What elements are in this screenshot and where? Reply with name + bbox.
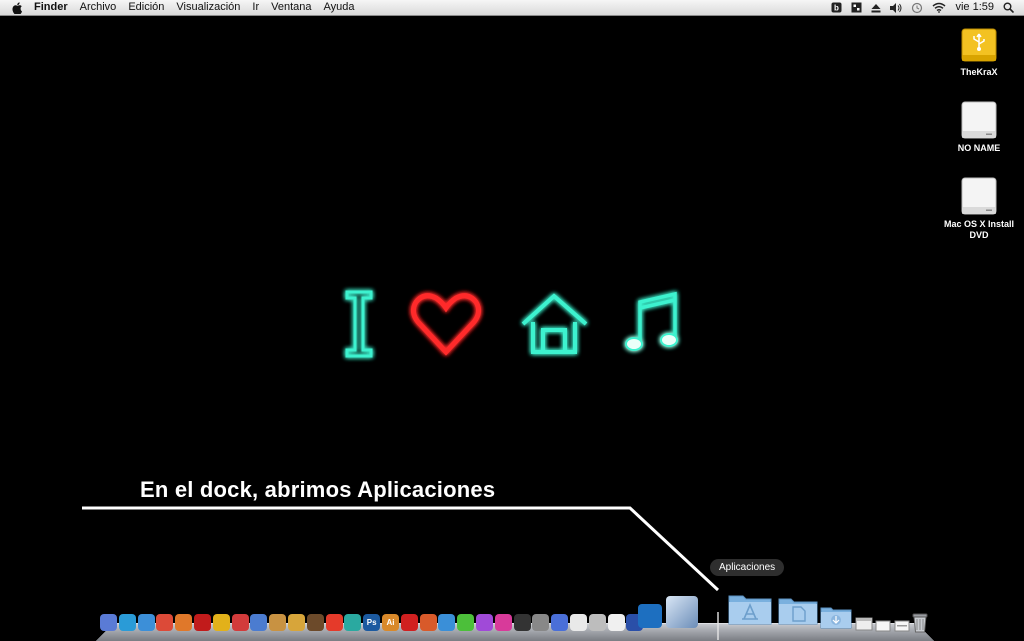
usb-drive-icon [960, 26, 998, 64]
downloads-folder-icon[interactable] [820, 604, 852, 635]
wallpaper-music-note-icon [625, 291, 678, 351]
dashboard-dock-icon[interactable] [118, 614, 136, 631]
dock-minimized-window-1[interactable] [855, 617, 873, 636]
wallpaper-house-icon [521, 293, 588, 354]
wifi-icon[interactable] [932, 0, 946, 15]
desktop-icon-label: TheKraX [960, 67, 998, 77]
app-blue2-dock-icon[interactable] [551, 614, 569, 631]
app-white-dock-icon[interactable] [607, 614, 625, 631]
wallpaper-heart-icon [410, 293, 482, 356]
acrobat-dock-icon[interactable] [400, 614, 418, 631]
install-dvd-icon [960, 176, 998, 216]
menu-bar: Finder Archivo Edición Visualización Ir … [0, 0, 1024, 16]
app-guitar-dock-icon[interactable] [306, 614, 324, 631]
teamviewer-dock-icon[interactable] [638, 604, 662, 628]
menu-ventana[interactable]: Ventana [265, 0, 317, 15]
tutorial-annotation-text: En el dock, abrimos Aplicaciones [140, 477, 496, 502]
app-magenta-dock-icon[interactable] [494, 614, 512, 631]
safari-dock-icon[interactable] [137, 614, 155, 631]
app-gray-dock-icon[interactable] [532, 614, 550, 631]
illustrator-dock-icon[interactable]: Ai [382, 614, 399, 631]
text-input-icon[interactable] [851, 0, 862, 15]
trash-icon[interactable] [911, 612, 929, 639]
menu-edicion[interactable]: Edición [122, 0, 170, 15]
eject-icon[interactable] [871, 0, 881, 15]
volume-icon[interactable] [890, 0, 902, 15]
bluetooth-b-icon[interactable]: b [831, 0, 842, 15]
app-dark-dock-icon[interactable] [513, 614, 531, 631]
spotlight-icon[interactable] [1003, 0, 1014, 15]
app-yellow-dock-icon[interactable] [212, 614, 230, 631]
menu-ayuda[interactable]: Ayuda [318, 0, 361, 15]
app-wave-dock-icon[interactable] [438, 614, 456, 631]
firefox-dock-icon[interactable] [175, 614, 193, 631]
photoshop-dock-icon[interactable]: Ps [363, 614, 381, 631]
app-red-dock-icon[interactable] [194, 614, 211, 631]
flash-dock-icon[interactable] [419, 614, 437, 631]
dock-separator [717, 612, 719, 640]
time-machine-icon[interactable] [911, 0, 923, 15]
menu-archivo[interactable]: Archivo [74, 0, 123, 15]
desktop-icon-label: NO NAME [957, 143, 1001, 153]
desktop-icon-label: Mac OS X Install DVD [943, 219, 1015, 240]
desktop-drive-no-name[interactable]: NO NAME [943, 100, 1015, 154]
finder-dock-icon[interactable] [100, 614, 117, 631]
applications-folder-icon[interactable] [727, 590, 773, 631]
apple-menu-icon[interactable] [6, 1, 28, 14]
calendar-dock-icon[interactable] [570, 614, 587, 631]
image-capture-dock-icon[interactable] [666, 596, 698, 628]
garageband-dock-icon[interactable] [288, 614, 305, 631]
app-purple-dock-icon[interactable] [476, 614, 493, 631]
desktop-drive-thekrax[interactable]: TheKraX [943, 26, 1015, 78]
desktop-drive-install-dvd[interactable]: Mac OS X Install DVD [943, 176, 1015, 241]
documents-folder-icon[interactable] [777, 594, 819, 631]
dock-minimized-window-2[interactable] [875, 619, 891, 637]
wallpaper-i-love-house-music [345, 290, 678, 358]
app-pinwheel-dock-icon[interactable] [231, 614, 249, 631]
dock-tooltip: Aplicaciones [710, 559, 785, 576]
menu-app-finder[interactable]: Finder [28, 0, 74, 15]
iphoto-dock-icon[interactable] [269, 614, 287, 631]
menu-ir[interactable]: Ir [246, 0, 265, 15]
external-drive-icon [960, 100, 998, 140]
menu-visualizacion[interactable]: Visualización [170, 0, 246, 15]
svg-text:b: b [835, 4, 840, 13]
itunes-dock-icon[interactable] [250, 614, 268, 631]
preview-dock-icon[interactable] [588, 614, 606, 631]
chrome-dock-icon[interactable] [156, 614, 174, 631]
app-teal-dock-icon[interactable] [344, 614, 362, 631]
dock-minimized-window-3[interactable] [894, 619, 910, 637]
app-star-dock-icon[interactable] [325, 614, 343, 631]
menubar-clock[interactable]: vie 1:59 [955, 0, 994, 15]
app-green-dock-icon[interactable] [457, 614, 475, 631]
wallpaper-letter-i [345, 290, 373, 358]
